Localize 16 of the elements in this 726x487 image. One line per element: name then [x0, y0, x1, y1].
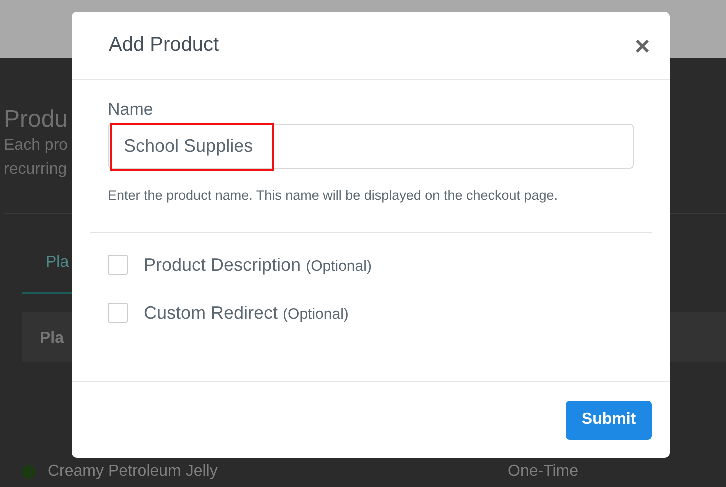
submit-button[interactable]: Submit: [566, 400, 652, 440]
name-label: Name: [108, 100, 154, 120]
option-label: Product Description (Optional): [144, 254, 372, 276]
product-type: One-Time: [508, 463, 579, 481]
close-button[interactable]: ×: [632, 32, 652, 58]
dialog-title: Add Product: [109, 34, 220, 57]
product-name: Creamy Petroleum Jelly: [48, 463, 219, 481]
name-field[interactable]: School Supplies: [108, 124, 634, 169]
checkbox[interactable]: [108, 255, 128, 275]
column-heading: Pla: [40, 330, 64, 347]
option-label: Custom Redirect (Optional): [144, 302, 349, 324]
help-text: Enter the product name. This name will be displayed on the checkout page.: [108, 187, 560, 205]
checkbox[interactable]: [108, 303, 128, 323]
page-description: Each pro: [4, 136, 68, 156]
page-title: Produ: [4, 106, 68, 134]
page-description: recurring: [4, 160, 68, 180]
